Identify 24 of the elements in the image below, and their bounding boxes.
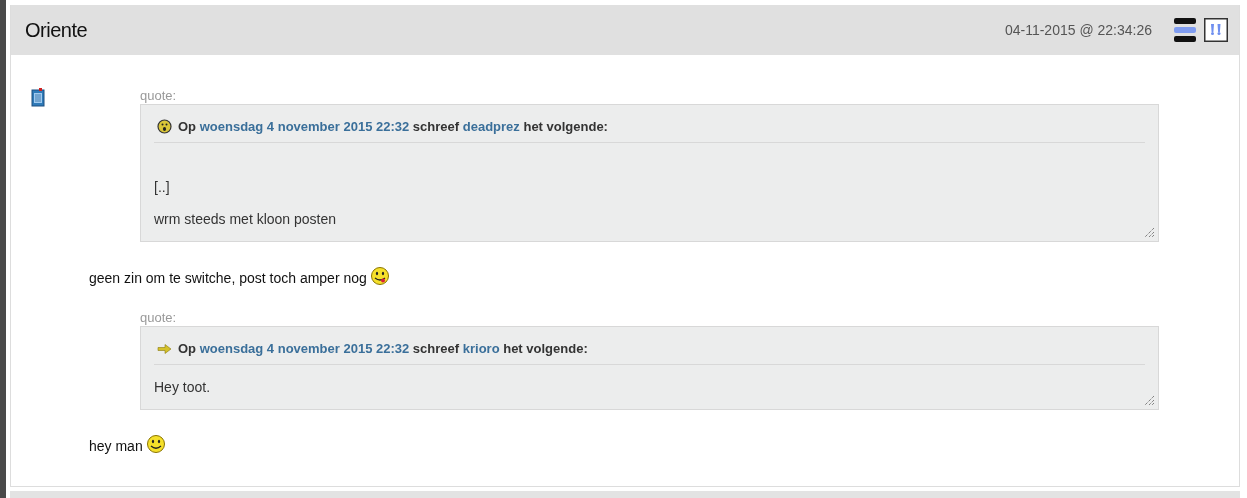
quote-label: quote: [140, 310, 177, 326]
post-date-link[interactable]: woensdag 4 november 2015 22:32 [199, 119, 410, 134]
quote-label: quote: [140, 88, 177, 104]
quote-text: wrm steeds met kloon posten [154, 210, 338, 229]
post-date-link[interactable]: woensdag 4 november 2015 22:32 [199, 341, 410, 356]
document-icon [31, 88, 45, 107]
menu-icon[interactable] [1174, 18, 1196, 42]
quote-text: Hey toot. [154, 378, 212, 397]
user-link[interactable]: deadprez [462, 119, 520, 134]
user-link[interactable]: krioro [462, 341, 500, 356]
resize-grip-icon[interactable] [1144, 395, 1155, 406]
author-name: Oriente [25, 18, 88, 42]
post-text: geen zin om te switche, post toch amper nog [89, 270, 367, 286]
resize-grip-icon[interactable] [1144, 227, 1155, 238]
smiley-icon [145, 434, 166, 454]
arrow-icon [157, 343, 172, 354]
quote-icon[interactable] [1204, 18, 1228, 42]
shocked-smiley-icon [157, 119, 172, 134]
quote-attribution: Op woensdag 4 november 2015 22:32 schreef deadprez het volgende: [178, 119, 608, 134]
tongue-smiley-icon [369, 266, 390, 286]
quote-text: [..] [154, 178, 171, 197]
quote-attribution: Op woensdag 4 november 2015 22:32 schreef krioro het volgende: [178, 341, 588, 356]
post-text: hey man [89, 438, 143, 454]
post-timestamp: 04-11-2015 @ 22:34:26 [1004, 22, 1152, 38]
